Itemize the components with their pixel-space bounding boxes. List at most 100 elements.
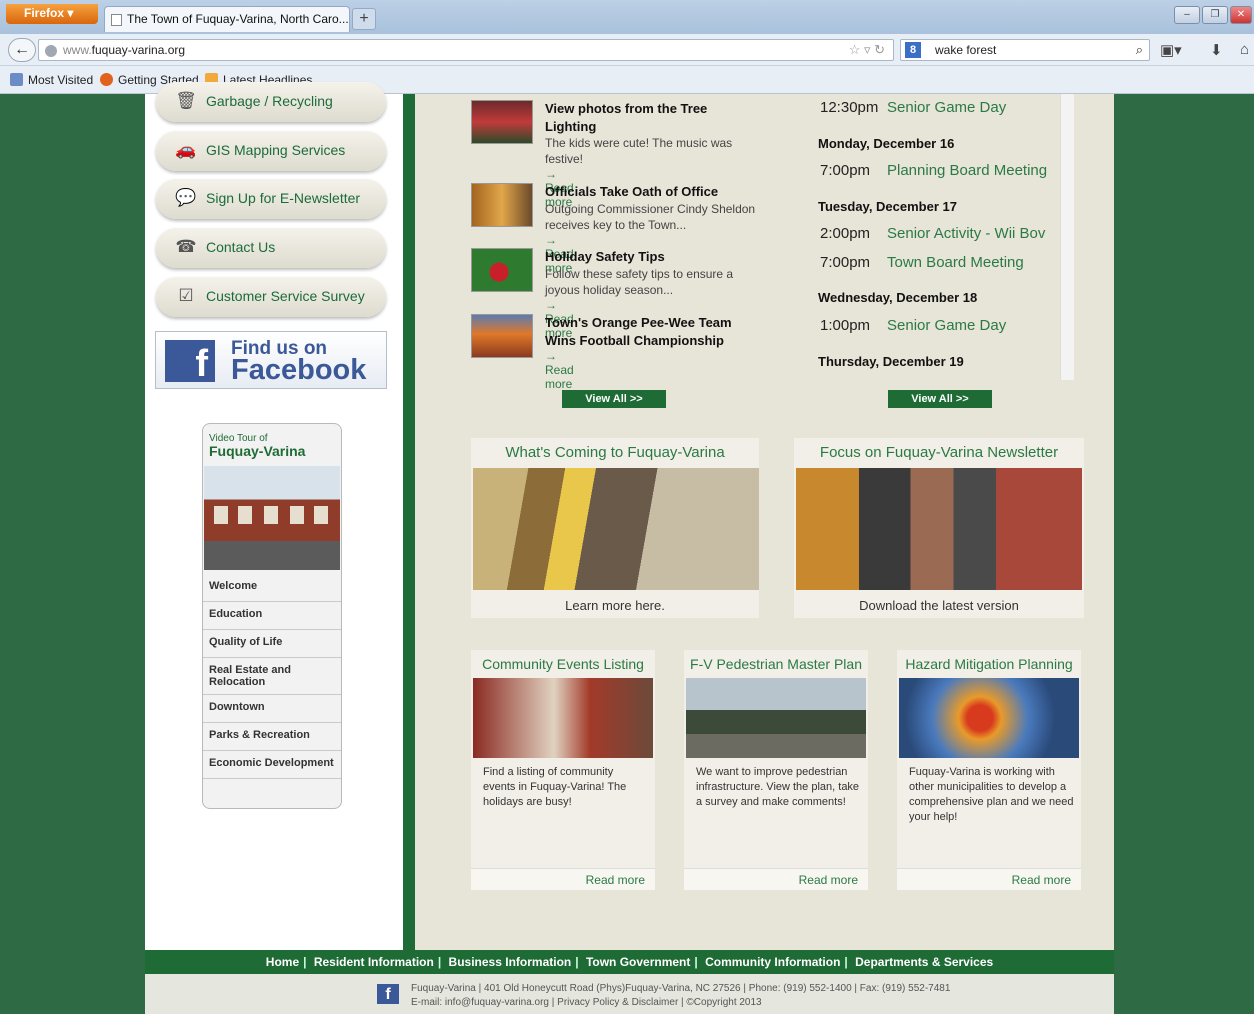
minimize-icon[interactable]: – <box>1174 6 1200 24</box>
search-bar[interactable]: 8 wake forest ⌕ <box>900 39 1150 61</box>
quick-link-contact[interactable]: ☎ Contact Us <box>156 228 386 268</box>
firefox-menu-button[interactable]: Firefox ▾ <box>6 4 98 24</box>
events-view-all-button[interactable]: View All >> <box>888 390 992 408</box>
news-thumbnail[interactable] <box>471 248 533 292</box>
quick-link-garbage[interactable]: 🗑 Garbage / Recycling <box>156 82 386 122</box>
video-menu-real-estate[interactable]: Real Estate and Relocation <box>203 658 341 695</box>
url-bar[interactable]: www.fuquay-varina.org ☆ ▿ ↻ <box>38 39 894 61</box>
site-identity-icon[interactable] <box>45 45 57 57</box>
footer-link-government[interactable]: Town Government <box>582 955 694 969</box>
footer-address: Fuquay-Varina | 401 Old Honeycutt Road (… <box>411 983 951 994</box>
search-input[interactable]: wake forest <box>935 43 996 57</box>
downtown-street-photo <box>796 468 1082 590</box>
bookmarks-menu-icon[interactable]: ▣▾ <box>1160 41 1182 59</box>
news-text: Outgoing Commissioner Cindy Sheldon rece… <box>545 202 756 232</box>
quick-link-survey[interactable]: ☑ Customer Service Survey <box>156 277 386 317</box>
facebook-icon: f <box>165 340 215 385</box>
speech-bubble-icon: 💬 <box>175 188 197 207</box>
video-menu-downtown[interactable]: Downtown <box>203 695 341 723</box>
tab-active[interactable]: The Town of Fuquay-Varina, North Caro... <box>104 6 350 32</box>
event-time: 7:00pm <box>820 254 871 271</box>
video-menu-quality-of-life[interactable]: Quality of Life <box>203 630 341 658</box>
footer-nav: Home | Resident Information | Business Inf… <box>145 950 1114 974</box>
feature-caption[interactable]: Learn more here. <box>471 598 759 613</box>
event-title[interactable]: Senior Game Day <box>887 317 1006 334</box>
feature-title[interactable]: Focus on Fuquay-Varina Newsletter <box>794 444 1084 461</box>
feature-title[interactable]: What's Coming to Fuquay-Varina <box>471 444 759 461</box>
video-menu-welcome[interactable]: Welcome <box>203 574 341 602</box>
quick-link-gis[interactable]: 🚗 GIS Mapping Services <box>156 131 386 171</box>
event-time: 12:30pm <box>820 99 879 116</box>
footer-link-home[interactable]: Home <box>262 955 303 969</box>
feature-caption[interactable]: Download the latest version <box>794 598 1084 613</box>
events-scrollbar[interactable] <box>1060 94 1074 380</box>
phone-icon: ☎ <box>175 237 197 256</box>
tab-title: The Town of Fuquay-Varina, North Caro... <box>127 12 349 26</box>
firefox-icon <box>100 73 113 86</box>
facebook-icon[interactable]: f <box>377 984 399 1004</box>
news-view-all-button[interactable]: View All >> <box>562 390 666 408</box>
event-day: Wednesday, December 18 <box>818 290 978 305</box>
event-title[interactable]: Planning Board Meeting <box>887 162 1047 179</box>
home-icon[interactable]: ⌂ <box>1240 41 1249 58</box>
footer-link-business[interactable]: Business Information <box>445 955 576 969</box>
video-menu-parks[interactable]: Parks & Recreation <box>203 723 341 751</box>
hurricane-radar-photo <box>899 678 1079 758</box>
card-pedestrian-plan: F-V Pedestrian Master Plan We want to im… <box>684 650 868 890</box>
news-thumbnail[interactable] <box>471 183 533 227</box>
card-hazard-mitigation: Hazard Mitigation Planning Fuquay-Varina… <box>897 650 1081 890</box>
restore-icon[interactable]: ❐ <box>1202 6 1228 24</box>
pedestrian-photo <box>686 678 866 758</box>
quick-link-newsletter[interactable]: 💬 Sign Up for E-Newsletter <box>156 179 386 219</box>
event-title[interactable]: Town Board Meeting <box>887 254 1024 271</box>
card-title[interactable]: F-V Pedestrian Master Plan <box>684 656 868 672</box>
magnifier-icon[interactable]: ⌕ <box>1136 42 1143 58</box>
close-icon[interactable]: ✕ <box>1230 6 1252 24</box>
downloads-icon[interactable]: ⬇ <box>1210 41 1223 59</box>
news-title[interactable]: View photos from the Tree Lighting <box>545 100 760 136</box>
news-thumbnail[interactable] <box>471 314 533 358</box>
card-community-events: Community Events Listing Find a listing … <box>471 650 655 890</box>
browser-chrome: Firefox ▾ The Town of Fuquay-Varina, Nor… <box>0 0 1254 94</box>
feature-whats-coming[interactable]: What's Coming to Fuquay-Varina Learn mor… <box>471 438 759 618</box>
bookmark-most-visited[interactable]: Most Visited <box>10 73 93 87</box>
news-title[interactable]: Officials Take Oath of Office <box>545 183 760 201</box>
footer-info: f Fuquay-Varina | 401 Old Honeycutt Road… <box>145 974 1114 1014</box>
construction-worker-photo <box>473 468 759 590</box>
card-read-more[interactable]: Read more <box>684 868 868 890</box>
news-title[interactable]: Town's Orange Pee-Wee Team Wins Football… <box>545 314 760 350</box>
footer-link-resident[interactable]: Resident Information <box>310 955 438 969</box>
event-day: Thursday, December 19 <box>818 354 964 369</box>
card-text: Find a listing of community events in Fu… <box>483 766 627 808</box>
card-title[interactable]: Hazard Mitigation Planning <box>897 656 1081 672</box>
news-text: Follow these safety tips to ensure a joy… <box>545 267 734 297</box>
event-title[interactable]: Senior Activity - Wii Bov <box>887 225 1047 242</box>
card-read-more[interactable]: Read more <box>471 868 655 890</box>
parade-photo <box>473 678 653 758</box>
page-favicon-icon <box>111 14 122 26</box>
back-arrow-icon[interactable]: ← <box>8 38 36 62</box>
new-tab-button[interactable]: + <box>352 8 376 30</box>
checkbox-icon: ☑ <box>178 286 194 305</box>
facebook-banner[interactable]: f Find us on Facebook <box>155 331 387 389</box>
news-read-more[interactable]: → Read more <box>545 349 574 391</box>
footer-link-departments[interactable]: Departments & Services <box>851 955 997 969</box>
footer-contact[interactable]: E-mail: info@fuquay-varina.org | Privacy… <box>411 996 1114 1010</box>
video-menu-education[interactable]: Education <box>203 602 341 630</box>
video-menu-economic[interactable]: Economic Development <box>203 751 341 779</box>
card-read-more[interactable]: Read more <box>897 868 1081 890</box>
event-day: Tuesday, December 17 <box>818 199 957 214</box>
card-title[interactable]: Community Events Listing <box>471 656 655 672</box>
card-text: We want to improve pedestrian infrastruc… <box>696 766 860 808</box>
news-text: The kids were cute! The music was festiv… <box>545 136 733 166</box>
footer-link-community[interactable]: Community Information <box>701 955 844 969</box>
event-title[interactable]: Senior Game Day <box>887 99 1006 116</box>
facebook-line2: Facebook <box>231 354 367 386</box>
downtown-photo[interactable] <box>204 466 340 570</box>
feature-newsletter[interactable]: Focus on Fuquay-Varina Newsletter Downlo… <box>794 438 1084 618</box>
news-thumbnail[interactable] <box>471 100 533 144</box>
news-title[interactable]: Holiday Safety Tips <box>545 248 760 266</box>
search-engine-icon[interactable]: 8 <box>905 42 921 58</box>
bookmark-star-icon[interactable]: ☆ ▿ ↻ <box>849 42 885 58</box>
url-prefix: www. <box>63 43 92 57</box>
